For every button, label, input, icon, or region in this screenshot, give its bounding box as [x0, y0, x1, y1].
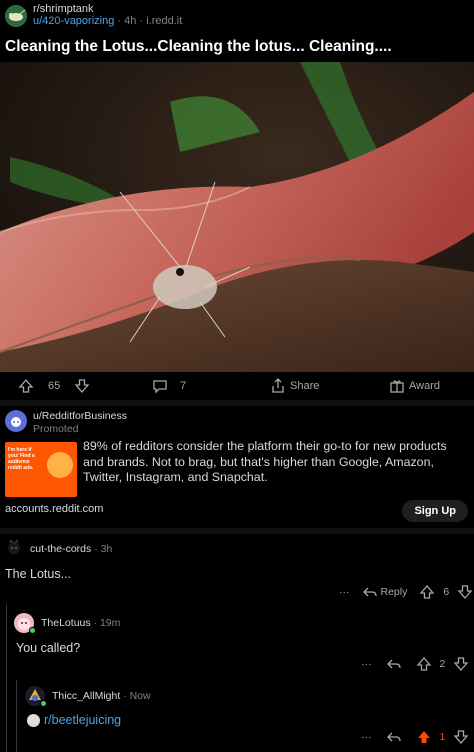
downvote-icon[interactable] — [453, 656, 469, 672]
more-options-icon[interactable]: ··· — [339, 586, 350, 598]
subreddit-name[interactable]: r/shrimptank — [33, 3, 94, 15]
subreddit-icon — [27, 713, 40, 727]
promoted-label: Promoted — [33, 423, 79, 435]
downvote-icon[interactable] — [74, 378, 90, 394]
comment-score: 1 — [439, 731, 446, 743]
comment-actions: ··· 2 — [361, 656, 469, 672]
comment-body: You called? — [16, 641, 81, 655]
post-meta: u/420-vaporizing · 4h · i.redd.it — [33, 15, 182, 27]
upvote-icon-active[interactable] — [416, 729, 432, 745]
comment-body: r/beetlejuicing — [27, 713, 121, 727]
comment-item: TheLotuus · 19m You called? ··· 2 — [0, 610, 474, 680]
advertiser-name[interactable]: u/RedditforBusiness — [33, 410, 127, 422]
comment-actions: ··· 1 — [361, 729, 469, 745]
comment-author[interactable]: Thicc_AllMight — [52, 690, 120, 702]
comment-item: Thicc_AllMight · Now r/beetlejuicing ···… — [0, 683, 474, 752]
more-options-icon[interactable]: ··· — [361, 658, 372, 670]
reply-icon[interactable] — [386, 729, 402, 745]
ad-thumbnail[interactable]: I'm here if you! Find a audience reddit … — [5, 442, 77, 497]
comment-author-line: cut-the-cords · 3h — [30, 543, 112, 555]
comment-item: cut-the-cords · 3h The Lotus... ··· Repl… — [0, 536, 474, 606]
comment-author[interactable]: TheLotuus — [41, 617, 91, 629]
award-icon — [389, 378, 405, 394]
comment-score: 6 — [443, 586, 450, 598]
advertiser-avatar[interactable] — [5, 410, 27, 432]
post-domain[interactable]: i.redd.it — [146, 15, 182, 27]
award-button[interactable]: Award — [389, 378, 440, 394]
share-label: Share — [290, 380, 320, 392]
downvote-icon[interactable] — [453, 729, 469, 745]
ad-domain[interactable]: accounts.reddit.com — [5, 503, 103, 515]
reply-button[interactable]: Reply — [362, 584, 408, 600]
comment-age: Now — [129, 690, 151, 702]
section-divider — [0, 528, 474, 534]
comment-icon — [152, 378, 168, 394]
reply-label: Reply — [380, 586, 408, 598]
reply-icon[interactable] — [386, 656, 402, 672]
more-options-icon[interactable]: ··· — [361, 731, 372, 743]
shrimp-photo — [0, 62, 474, 372]
post-score: 65 — [48, 380, 61, 392]
comment-age: 3h — [100, 543, 113, 555]
post-image[interactable] — [0, 62, 474, 372]
upvote-icon[interactable] — [416, 656, 432, 672]
comment-age: 19m — [99, 617, 121, 629]
online-indicator — [40, 700, 47, 707]
post-header: r/shrimptank u/420-vaporizing · 4h · i.r… — [0, 0, 474, 32]
comment-author-line: Thicc_AllMight · Now — [52, 690, 151, 702]
award-label: Award — [409, 380, 440, 392]
upvote-icon[interactable] — [419, 584, 435, 600]
reply-icon — [362, 584, 378, 600]
comment-actions: ··· Reply 6 — [339, 584, 473, 600]
upvote-icon[interactable] — [18, 378, 34, 394]
post-title[interactable]: Cleaning the Lotus...Cleaning the lotus.… — [5, 38, 392, 56]
post-author[interactable]: u/420-vaporizing — [33, 15, 114, 27]
comment-author[interactable]: cut-the-cords — [30, 543, 91, 555]
comment-score: 2 — [439, 658, 446, 670]
ad-body[interactable]: 89% of redditors consider the platform t… — [83, 439, 468, 486]
ad-thumbnail-graphic — [47, 452, 73, 478]
comment-author-line: TheLotuus · 19m — [41, 617, 120, 629]
share-button[interactable]: Share — [270, 378, 319, 394]
subreddit-avatar[interactable] — [5, 5, 27, 27]
vote-group: 65 — [18, 378, 90, 394]
sign-up-button[interactable]: Sign Up — [402, 500, 468, 522]
comment-body: The Lotus... — [5, 567, 72, 581]
post-action-bar: 65 7 Share Award — [0, 372, 474, 400]
ad-thumbnail-text: I'm here if you! Find a audience reddit … — [8, 447, 35, 471]
downvote-icon[interactable] — [457, 584, 473, 600]
comment-count: 7 — [180, 380, 187, 392]
promoted-post[interactable]: u/RedditforBusiness Promoted I'm here if… — [0, 404, 474, 526]
share-icon — [270, 378, 286, 394]
comments-button[interactable]: 7 — [152, 378, 186, 394]
commenter-avatar[interactable] — [4, 539, 24, 559]
post-age: 4h — [124, 15, 137, 27]
online-indicator — [29, 627, 36, 634]
subreddit-link[interactable]: r/beetlejuicing — [44, 713, 121, 727]
